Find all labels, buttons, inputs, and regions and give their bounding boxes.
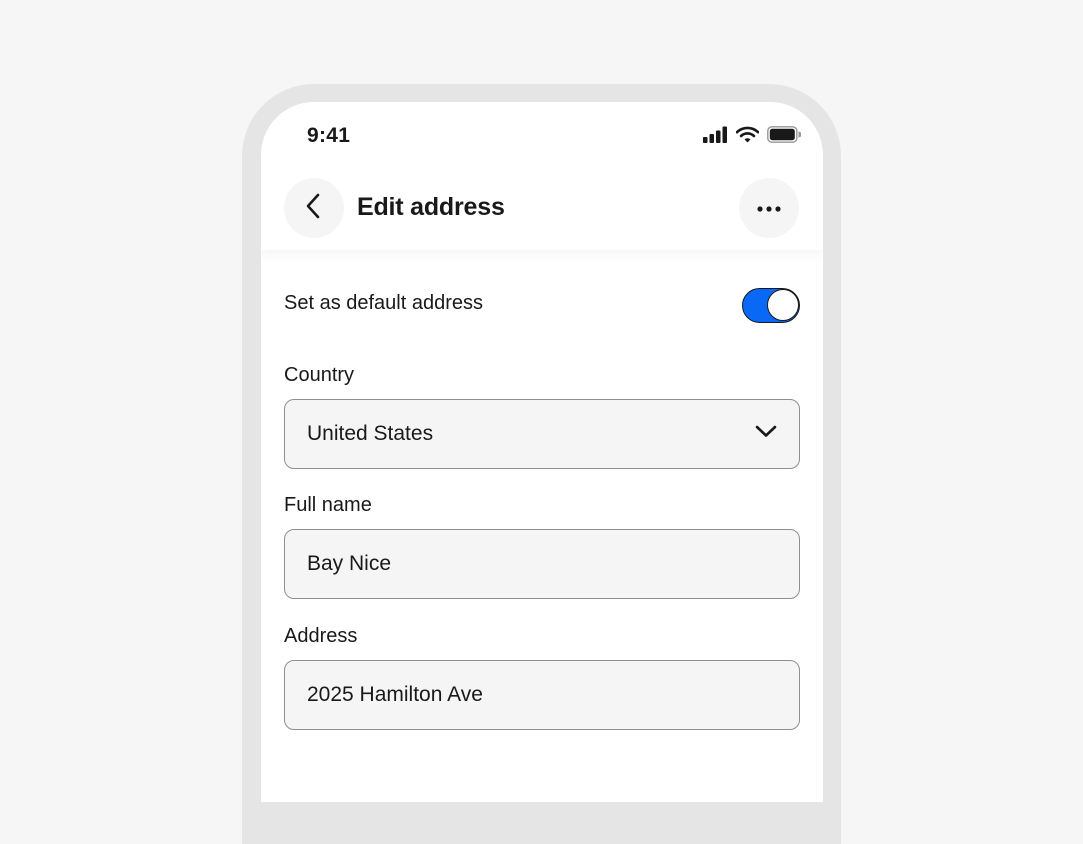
- default-address-label: Set as default address: [284, 292, 484, 314]
- wifi-icon: [735, 126, 760, 148]
- full-name-value: Bay Nice: [307, 552, 392, 575]
- country-label: Country: [284, 364, 355, 386]
- chevron-down-icon: [755, 424, 777, 443]
- status-bar: 9:41: [261, 102, 823, 168]
- country-select[interactable]: United States: [284, 399, 800, 469]
- address-field[interactable]: 2025 Hamilton Ave: [284, 660, 800, 730]
- status-icons: [703, 126, 802, 148]
- app-header: Edit address: [261, 168, 823, 250]
- chevron-left-icon: [304, 192, 324, 225]
- page-title: Edit address: [357, 193, 505, 221]
- phone-screen: 9:41 Edit address Set as default address…: [261, 102, 823, 802]
- back-button[interactable]: [284, 178, 344, 238]
- more-options-button[interactable]: [739, 178, 799, 238]
- full-name-label: Full name: [284, 494, 372, 516]
- address-label: Address: [284, 625, 358, 647]
- toggle-knob: [767, 289, 799, 321]
- status-time: 9:41: [307, 124, 351, 147]
- more-horizontal-icon: [757, 199, 781, 217]
- default-address-row: Set as default address: [284, 288, 800, 324]
- address-value: 2025 Hamilton Ave: [307, 683, 483, 706]
- cellular-signal-icon: [703, 126, 728, 148]
- battery-icon: [767, 126, 802, 148]
- full-name-field[interactable]: Bay Nice: [284, 529, 800, 599]
- country-value: United States: [307, 422, 434, 445]
- default-address-toggle[interactable]: [742, 288, 800, 323]
